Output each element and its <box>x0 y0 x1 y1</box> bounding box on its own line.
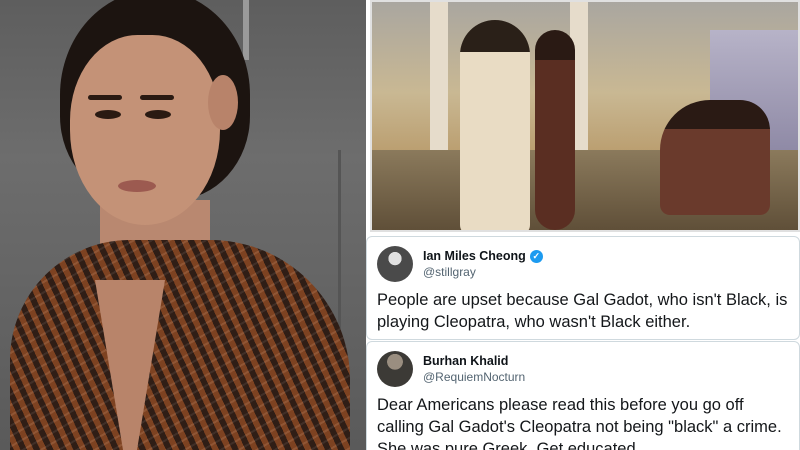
photo-ear <box>208 75 238 130</box>
tweet-author: Ian Miles Cheong ✓ @stillgray <box>423 249 543 279</box>
tweet-header: Burhan Khalid @RequiemNocturn <box>377 348 525 390</box>
name-row: Burhan Khalid <box>423 354 525 368</box>
verified-badge-icon: ✓ <box>529 249 543 263</box>
photo-eye <box>145 110 171 119</box>
cleopatra-painting <box>370 0 800 232</box>
name-row: Ian Miles Cheong ✓ <box>423 249 543 263</box>
photo-lips <box>118 180 156 192</box>
painting-figure <box>460 20 530 232</box>
photo-face <box>70 35 220 225</box>
tweet-card[interactable]: Burhan Khalid @RequiemNocturn Dear Ameri… <box>366 341 800 450</box>
user-handle[interactable]: @RequiemNocturn <box>423 370 525 384</box>
avatar[interactable] <box>377 246 413 282</box>
photo-brow <box>140 95 174 100</box>
painting-figure <box>535 30 575 230</box>
tweet-header: Ian Miles Cheong ✓ @stillgray <box>377 243 543 285</box>
tweet-author: Burhan Khalid @RequiemNocturn <box>423 354 525 384</box>
photo-dress <box>10 240 350 450</box>
user-handle[interactable]: @stillgray <box>423 265 543 279</box>
tweet-card[interactable]: Ian Miles Cheong ✓ @stillgray People are… <box>366 236 800 340</box>
display-name[interactable]: Burhan Khalid <box>423 354 508 368</box>
tweet-text: Dear Americans please read this before y… <box>377 396 782 450</box>
painting-figure <box>660 100 770 215</box>
photo-brow <box>88 95 122 100</box>
celebrity-photo <box>0 0 366 450</box>
avatar[interactable] <box>377 351 413 387</box>
display-name[interactable]: Ian Miles Cheong <box>423 249 526 263</box>
tweet-text: People are upset because Gal Gadot, who … <box>377 291 788 331</box>
background-wall-detail <box>243 0 249 60</box>
painting-column <box>430 0 448 170</box>
photo-eye <box>95 110 121 119</box>
